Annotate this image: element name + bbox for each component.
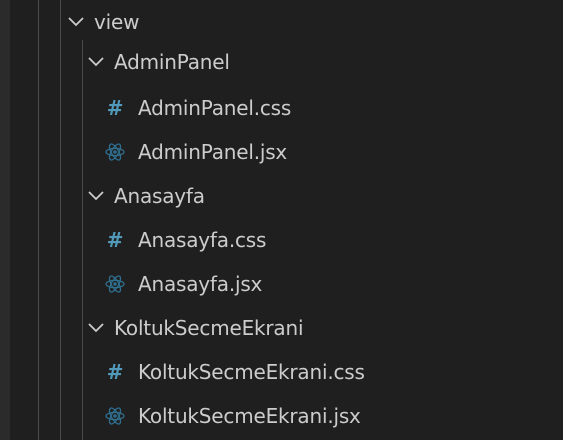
react-icon	[104, 141, 126, 163]
folder-label: AdminPanel	[114, 50, 230, 74]
file-label: AdminPanel.jsx	[138, 140, 288, 164]
file-label: AdminPanel.css	[138, 96, 292, 120]
file-anasayfa-jsx[interactable]: Anasayfa.jsx	[0, 262, 563, 306]
folder-koltuksecmeekrani[interactable]: KoltukSecmeEkrani	[0, 306, 563, 350]
file-koltuksecmeekrani-jsx[interactable]: KoltukSecmeEkrani.jsx	[0, 394, 563, 438]
css-hash-icon: #	[106, 360, 124, 384]
react-icon	[104, 405, 126, 427]
folder-label: KoltukSecmeEkrani	[114, 316, 304, 340]
file-adminpanel-css[interactable]: # AdminPanel.css	[0, 86, 563, 130]
chevron-down-icon	[86, 186, 106, 206]
folder-label: view	[94, 10, 140, 34]
file-explorer-tree: view AdminPanel # AdminPanel.css AdminPa…	[0, 0, 563, 440]
css-hash-icon: #	[106, 96, 124, 120]
chevron-down-icon	[86, 318, 106, 338]
folder-label: Anasayfa	[114, 184, 205, 208]
file-label: Anasayfa.css	[138, 228, 267, 252]
file-label: Anasayfa.jsx	[138, 272, 263, 296]
file-adminpanel-jsx[interactable]: AdminPanel.jsx	[0, 130, 563, 174]
chevron-down-icon	[66, 12, 86, 32]
css-hash-icon: #	[106, 228, 124, 252]
folder-view[interactable]: view	[0, 0, 563, 44]
folder-adminpanel[interactable]: AdminPanel	[0, 40, 563, 84]
file-anasayfa-css[interactable]: # Anasayfa.css	[0, 218, 563, 262]
folder-anasayfa[interactable]: Anasayfa	[0, 174, 563, 218]
file-label: KoltukSecmeEkrani.css	[138, 360, 365, 384]
react-icon	[104, 273, 126, 295]
file-label: KoltukSecmeEkrani.jsx	[138, 404, 361, 428]
file-koltuksecmeekrani-css[interactable]: # KoltukSecmeEkrani.css	[0, 350, 563, 394]
chevron-down-icon	[86, 52, 106, 72]
